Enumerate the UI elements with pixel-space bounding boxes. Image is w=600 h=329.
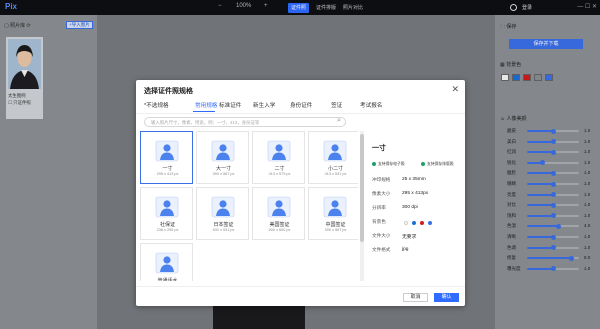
tab-no-spec[interactable]: *不选规格 (144, 101, 169, 109)
tab-common[interactable]: 常用规格 (195, 101, 217, 109)
portrait-placeholder-icon (211, 140, 235, 162)
portrait-placeholder-icon (323, 196, 347, 218)
spec-size: 236 x 295 px (156, 228, 179, 232)
spec-name: 中国签证 (325, 222, 346, 228)
close-icon[interactable]: ✕ (451, 84, 459, 95)
tab-visa[interactable]: 签证 (331, 101, 342, 109)
spec-scrollbar[interactable] (360, 131, 364, 281)
detail-value: jpg (402, 247, 409, 252)
spec-size: 600 x 600 px (268, 228, 291, 232)
portrait-placeholder-icon (155, 140, 179, 162)
bg-swatch (404, 221, 408, 225)
spec-card[interactable]: 小二寸 413 x 531 px (308, 131, 358, 184)
spec-card[interactable]: 社保证 236 x 295 px (140, 187, 193, 240)
check-icon (372, 162, 376, 166)
spec-card[interactable]: 大一寸 390 x 567 px (196, 131, 249, 184)
detail-title: 一寸 (372, 145, 386, 152)
spec-name: 普通话水 (157, 278, 178, 281)
support-layout: 支持保存排版照 (421, 162, 454, 167)
spec-card[interactable]: 中国签证 390 x 567 px (308, 187, 358, 240)
tab-divider (136, 113, 465, 114)
detail-label: 分辨率 (372, 205, 386, 210)
bg-swatch (412, 221, 416, 225)
portrait-placeholder-icon (267, 196, 291, 218)
detail-label: 像素大小 (372, 191, 391, 196)
detail-value: 无要求 (402, 235, 417, 240)
cancel-button[interactable]: 取消 (403, 293, 428, 302)
portrait-placeholder-icon (155, 196, 179, 218)
detail-value: 25 x 35mm (402, 177, 426, 182)
spec-search-input[interactable]: 输入照片尺寸，像素，用途。例：一寸，413，身份证等 ⌕ (144, 117, 346, 127)
spec-size: 413 x 579 px (268, 172, 291, 176)
portrait-placeholder-icon (267, 140, 291, 162)
search-icon[interactable]: ⌕ (337, 117, 341, 125)
portrait-placeholder-icon (155, 252, 179, 274)
confirm-button[interactable]: 确认 (434, 293, 459, 302)
spec-card[interactable]: 美国签证 600 x 600 px (252, 187, 305, 240)
tab-exam[interactable]: 考试报名 (360, 101, 382, 109)
detail-label: 冲印规格 (372, 177, 391, 182)
spec-dialog: 选择证件照规格 ✕ *不选规格 常用规格 标准证件 新生入学 身份证件 签证 考… (136, 80, 465, 306)
search-placeholder: 输入照片尺寸，像素，用途。例：一寸，413，身份证等 (151, 120, 260, 125)
spec-size: 295 x 413 px (156, 172, 179, 176)
portrait-placeholder-icon (211, 196, 235, 218)
spec-name: 社保证 (159, 222, 175, 228)
check-icon (421, 162, 425, 166)
spec-size: 390 x 567 px (324, 228, 347, 232)
tab-standard[interactable]: 标准证件 (219, 101, 241, 109)
spec-name: 二寸 (274, 166, 285, 172)
spec-card[interactable]: 日本签证 531 x 531 px (196, 187, 249, 240)
tab-new-student[interactable]: 新生入学 (253, 101, 275, 109)
detail-label: 背景色 (372, 219, 386, 224)
footer-divider (136, 286, 465, 287)
scrollbar-thumb[interactable] (360, 134, 364, 242)
detail-label: 文件格式 (372, 247, 391, 252)
tab-id-documents[interactable]: 身份证件 (290, 101, 312, 109)
spec-card[interactable]: 一寸 295 x 413 px (140, 131, 193, 184)
spec-name: 小二寸 (327, 166, 343, 172)
spec-size: 413 x 531 px (324, 172, 347, 176)
detail-value: 300 dpi (402, 205, 418, 210)
spec-name: 美国签证 (269, 222, 290, 228)
active-tab-indicator (193, 111, 215, 112)
spec-name: 大一寸 (215, 166, 231, 172)
spec-name: 一寸 (162, 166, 173, 172)
spec-card[interactable]: 普通话水390 x 567 px (140, 243, 193, 281)
spec-grid: 一寸 295 x 413 px 大一寸 390 x 567 px 二寸 413 x 579… (136, 131, 358, 281)
dialog-title: 选择证件照规格 (144, 88, 193, 95)
detail-value: 295 x 413px (402, 191, 429, 196)
spec-name: 日本签证 (213, 222, 234, 228)
spec-size: 390 x 567 px (212, 172, 235, 176)
bg-swatch (428, 221, 432, 225)
bg-swatch (420, 221, 424, 225)
support-digital: 支持保存电子照 (372, 162, 405, 167)
portrait-placeholder-icon (323, 140, 347, 162)
spec-size: 531 x 531 px (212, 228, 235, 232)
spec-card[interactable]: 二寸 413 x 579 px (252, 131, 305, 184)
detail-label: 文件大小 (372, 233, 391, 238)
